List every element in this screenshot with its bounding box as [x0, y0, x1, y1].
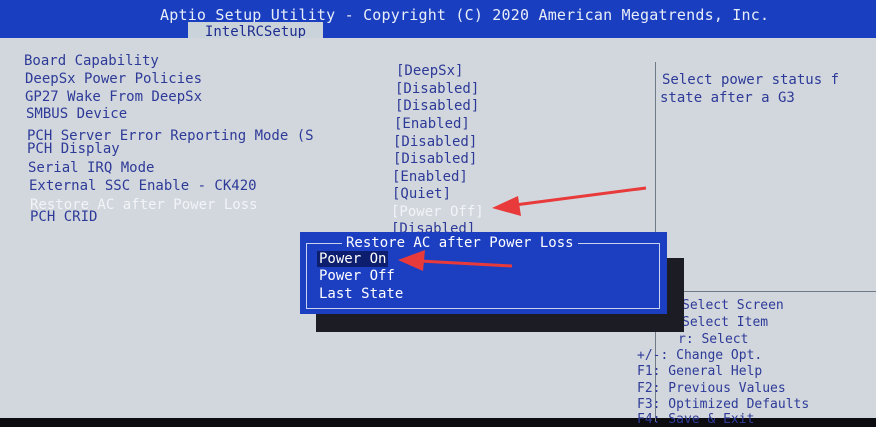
red-arrow-to-power-on-option-icon [398, 250, 513, 271]
annotation-arrows [398, 186, 647, 271]
red-arrow-to-power-off-value-icon [492, 186, 647, 216]
